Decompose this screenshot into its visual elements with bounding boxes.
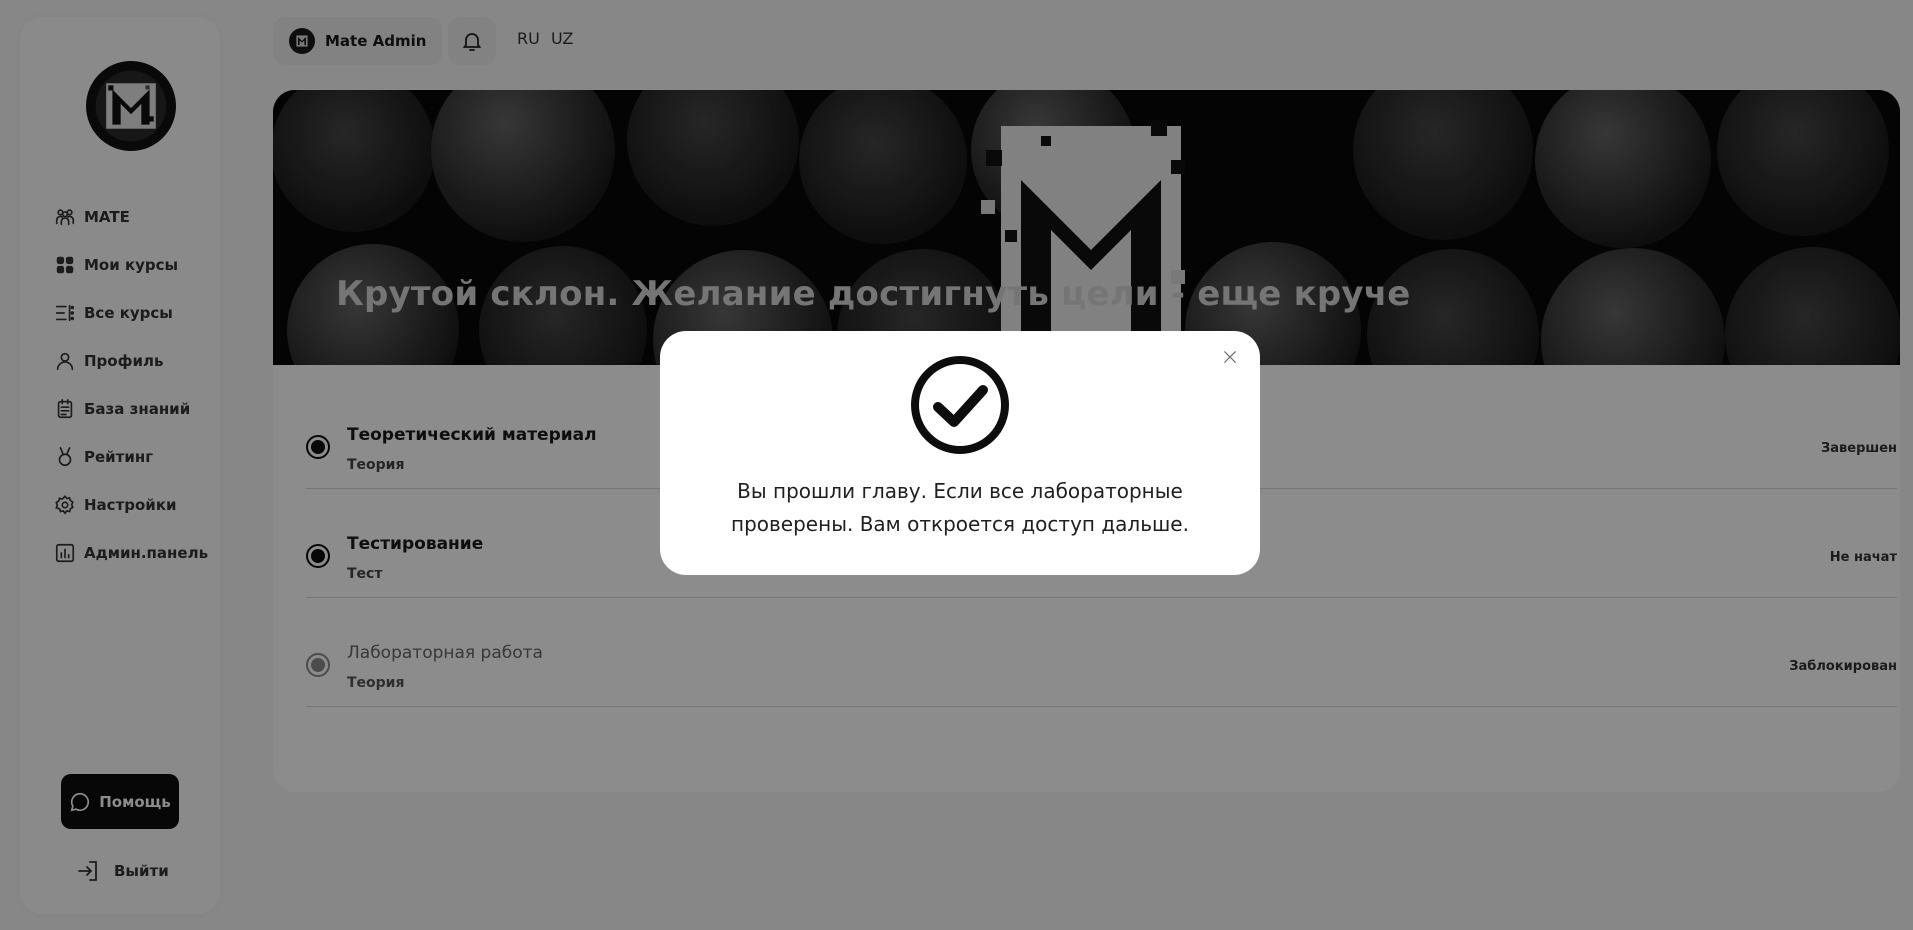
chapter-complete-dialog: Вы прошли главу. Если все лабораторные п… — [660, 331, 1260, 575]
close-button[interactable] — [1218, 345, 1242, 369]
dialog-message: Вы прошли главу. Если все лабораторные п… — [731, 479, 1189, 536]
close-icon — [1224, 351, 1236, 363]
check-circle-icon — [911, 356, 1009, 454]
